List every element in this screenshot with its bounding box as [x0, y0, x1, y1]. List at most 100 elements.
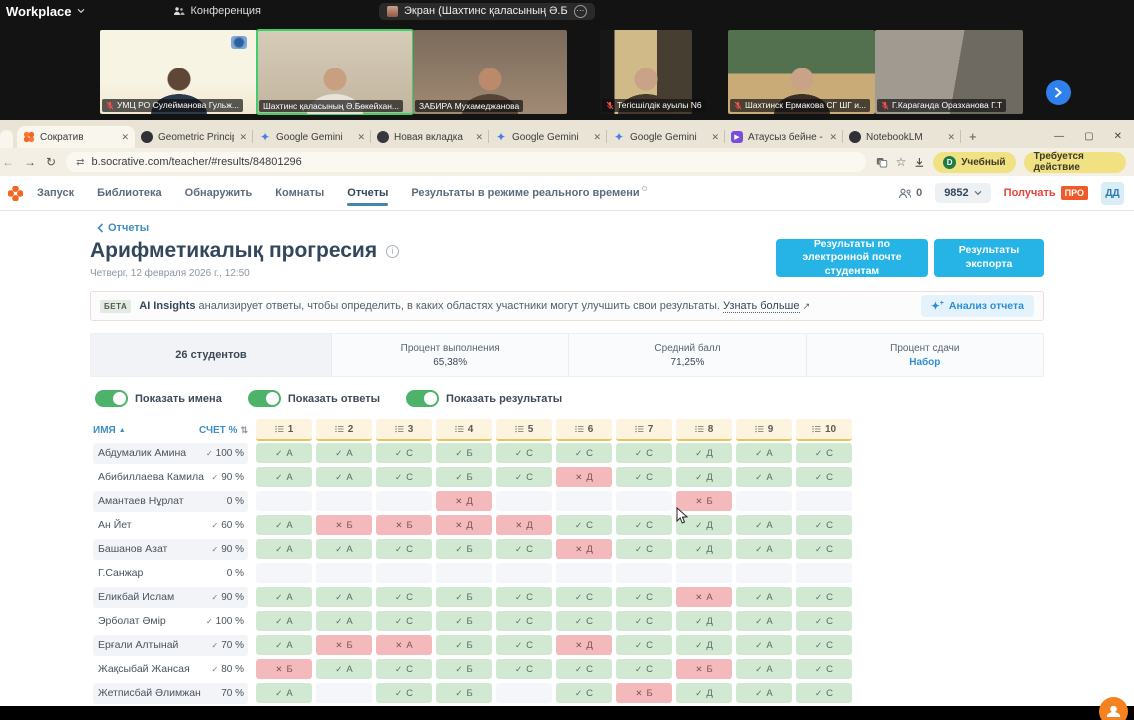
video-tile[interactable]: Г.Караганда Оразханова Г.Т [875, 30, 1023, 114]
profile-chip[interactable]: D Учебный [933, 152, 1015, 173]
export-results-button[interactable]: Результаты экспорта [934, 239, 1044, 277]
nav-item-3[interactable]: Обнаружить [185, 176, 253, 211]
browser-tab[interactable]: ✦Google Gemini✕ [253, 126, 371, 148]
minimize-icon[interactable]: — [1054, 131, 1064, 142]
question-header-2[interactable]: 2 [316, 419, 372, 441]
question-header-9[interactable]: 9 [736, 419, 792, 441]
socrative-logo-icon[interactable] [8, 186, 23, 201]
tab-close-icon[interactable]: ✕ [829, 132, 837, 143]
browser-tab[interactable]: Geometric Principles and✕ [135, 126, 253, 148]
question-header-8[interactable]: 8 [676, 419, 732, 441]
question-header-4[interactable]: 4 [436, 419, 492, 441]
sort-by-score-header[interactable]: СЧЕТ % ⇅ [193, 425, 248, 436]
browser-tab[interactable]: ▶Атаусыз бейне - Google✕ [725, 126, 843, 148]
nav-item-1[interactable]: Запуск [37, 176, 74, 211]
table-body: Абдумалик Амина✓100 %✓A✓A✓C✓Б✓C✓C✓C✓Д✓A✓… [93, 441, 1134, 705]
video-tile[interactable]: ЗАБИРА Мухамеджанова [413, 30, 567, 114]
tab-close-icon[interactable]: ✕ [593, 132, 601, 143]
nav-item-4[interactable]: Комнаты [275, 176, 324, 211]
breadcrumb[interactable]: Отчеты [97, 222, 167, 234]
toggle-switch[interactable] [248, 390, 281, 407]
stat-value-link[interactable]: Набор [909, 357, 940, 368]
new-tab-button[interactable]: + [969, 129, 977, 144]
site-permissions-icon[interactable]: ⇄ [76, 157, 84, 168]
help-chat-button[interactable] [1099, 697, 1128, 720]
nav-item-5[interactable]: Отчеты [347, 176, 388, 211]
video-tile[interactable]: Тегісшілдік ауылы N6 [600, 30, 692, 114]
beta-badge: БЕТА [100, 300, 131, 313]
browser-tab[interactable]: ✦Google Gemini✕ [607, 126, 725, 148]
check-icon: ✓ [575, 616, 582, 627]
answer-cells: ✕Д✕Б [256, 491, 852, 511]
room-code-dropdown[interactable]: 9852 [935, 183, 990, 203]
analyze-report-button[interactable]: ✦+ Анализ отчета [921, 295, 1034, 318]
question-header-3[interactable]: 3 [376, 419, 432, 441]
answer-letter: C [646, 520, 653, 531]
answer-letter: A [286, 688, 292, 699]
tab-close-icon[interactable]: ✕ [121, 132, 129, 143]
check-icon: ✓ [275, 616, 282, 627]
learn-more-link[interactable]: Узнать больше [723, 300, 799, 313]
video-tile[interactable]: УМЦ РО Сулейманова Гульж... [100, 30, 257, 114]
window-close-icon[interactable]: ✕ [1114, 131, 1122, 142]
bottom-black-bar [0, 706, 1134, 720]
more-options-icon[interactable]: ⋯ [574, 5, 587, 18]
table-row: Эрболат Әмір✓100 %✓A✓A✓C✓Б✓C✓C✓C✓Д✓A✓C [93, 609, 1134, 633]
video-tile[interactable]: Шахтинс қаласының Ә.Бөкейхан... [257, 30, 413, 114]
tab-close-icon[interactable]: ✕ [947, 132, 955, 143]
toggles-row: Показать именаПоказать ответыПоказать ре… [95, 390, 1134, 407]
toggle-switch[interactable] [95, 390, 128, 407]
answer-letter: A [286, 520, 292, 531]
browser-tab[interactable]: ✦Google Gemini✕ [489, 126, 607, 148]
tab-close-icon[interactable]: ✕ [711, 132, 719, 143]
action-required-button[interactable]: Требуется действие [1024, 152, 1126, 173]
video-tile[interactable]: Шахтинск Ермакова СГ ШГ и... [728, 30, 875, 114]
download-icon[interactable] [914, 156, 925, 169]
answer-cell-wrong: ✕Б [616, 683, 672, 703]
question-header-1[interactable]: 1 [256, 419, 312, 441]
score-value: 90 % [221, 544, 244, 555]
partial-tab[interactable] [0, 130, 13, 148]
question-header-5[interactable]: 5 [496, 419, 552, 441]
next-participants-button[interactable] [1046, 80, 1071, 105]
stat-students[interactable]: 26 студентов [91, 334, 331, 376]
user-avatar[interactable]: ДД [1101, 182, 1124, 205]
bookmark-star-icon[interactable]: ☆ [896, 155, 907, 169]
email-results-button[interactable]: Результаты по электронной почте студента… [776, 239, 928, 277]
answer-cell-empty [616, 563, 672, 583]
gem-tab-icon: ✦ [495, 131, 507, 143]
maximize-icon[interactable]: ▢ [1084, 131, 1093, 142]
refresh-icon[interactable]: ↻ [46, 155, 56, 169]
sort-by-name-header[interactable]: ИМЯ ▲ [93, 425, 193, 436]
answer-letter: C [406, 688, 413, 699]
answer-letter: A [346, 664, 352, 675]
tab-close-icon[interactable]: ✕ [357, 132, 365, 143]
translate-icon[interactable]: G [876, 156, 888, 169]
info-icon[interactable]: i [386, 245, 399, 258]
nav-item-2[interactable]: Библиотека [97, 176, 162, 211]
get-pro-button[interactable]: Получать ПРО [1004, 186, 1088, 200]
browser-tab[interactable]: NotebookLM✕ [843, 126, 961, 148]
answer-cells: ✓A✕Б✕A✓Б✓C✕Д✓C✓Д✓A✓C [256, 635, 852, 655]
answer-letter: C [406, 592, 413, 603]
address-bar[interactable]: ⇄ b.socrative.com/teacher/#results/84801… [66, 152, 866, 172]
browser-tab[interactable]: Сократив✕ [17, 126, 135, 148]
tab-close-icon[interactable]: ✕ [475, 132, 483, 143]
answer-cell-correct: ✓C [556, 611, 612, 631]
workspace-menu[interactable]: Workplace [6, 4, 85, 19]
back-icon[interactable]: ← [2, 155, 14, 169]
tab-screen-share[interactable]: Экран (Шахтинс қаласының Ә.Б ⋯ [379, 3, 595, 20]
tab-conference[interactable]: Конференция [173, 5, 261, 17]
nav-item-6[interactable]: Результаты в режиме реального времени [411, 176, 646, 211]
question-header-7[interactable]: 7 [616, 419, 672, 441]
browser-tab[interactable]: Новая вкладка✕ [371, 126, 489, 148]
tab-close-icon[interactable]: ✕ [239, 132, 247, 143]
question-header-6[interactable]: 6 [556, 419, 612, 441]
student-name: Башанов Азат [98, 543, 212, 555]
forward-icon[interactable]: → [24, 155, 36, 169]
student-name: Жақсыбай Жансая [98, 663, 212, 675]
check-icon: ✓ [335, 448, 342, 459]
question-header-10[interactable]: 10 [796, 419, 852, 441]
answer-letter: Б [466, 640, 472, 651]
toggle-switch[interactable] [406, 390, 439, 407]
